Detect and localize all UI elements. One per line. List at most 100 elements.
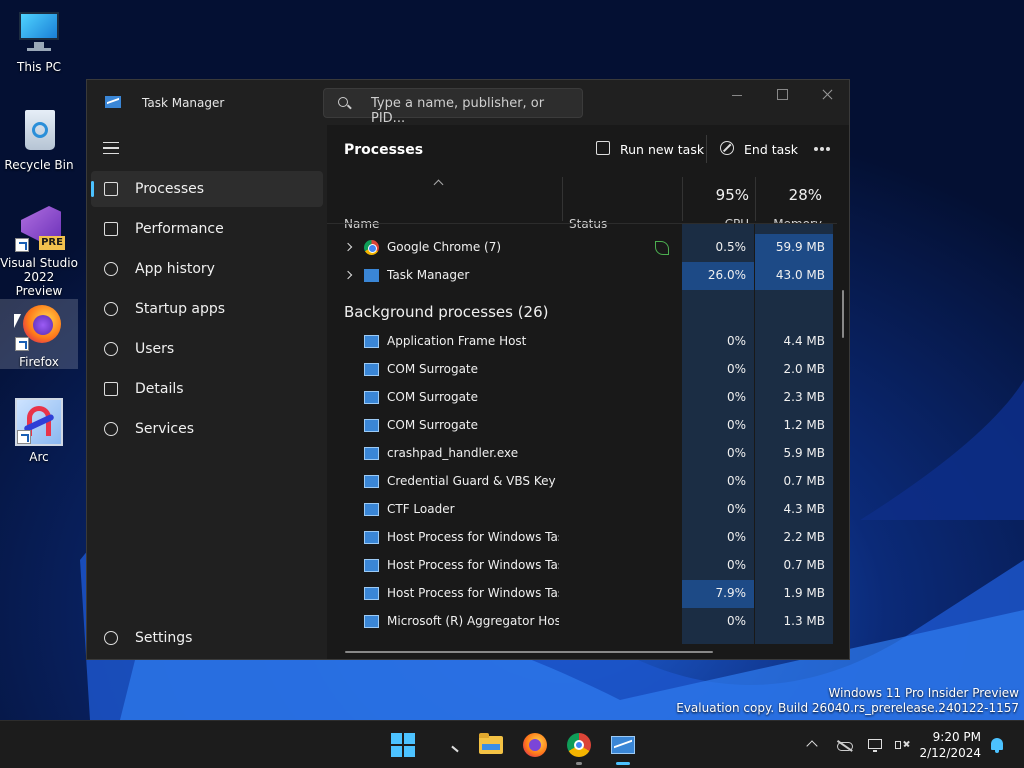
process-name: COM Surrogate [387, 362, 479, 376]
desktop-icon-this-pc[interactable]: This PC [0, 8, 78, 80]
volume-muted-icon[interactable] [894, 737, 910, 753]
table-row[interactable]: COM Surrogate 0% 2.3 MB [327, 384, 837, 412]
process-cpu: 26.0% [682, 262, 754, 290]
process-memory: 1.3 MB [783, 614, 825, 628]
table-row[interactable]: Microsoft (R) Aggregator Host 0% 1.3 MB [327, 608, 837, 636]
running-indicator [616, 762, 630, 765]
sidebar-item-label: Settings [135, 630, 193, 646]
sidebar-item-processes[interactable]: Processes [91, 171, 323, 207]
desktop-icon-visual-studio[interactable]: PRE Visual Studio 2022 Preview [0, 204, 78, 298]
taskbar-search-button[interactable] [442, 733, 466, 757]
task-manager-window: Task Manager Type a name, publisher, or … [86, 79, 850, 660]
column-divider [562, 177, 563, 221]
taskbar-chrome[interactable] [567, 733, 591, 765]
process-memory: 4.4 MB [783, 334, 825, 348]
table-row[interactable]: Credential Guard & VBS Key Is... 0% 0.7 … [327, 468, 837, 496]
end-task-button[interactable]: End task [720, 139, 798, 161]
column-divider [755, 177, 756, 221]
chevron-up-icon[interactable] [805, 737, 821, 753]
process-name: CTF Loader [387, 502, 455, 516]
network-icon[interactable] [868, 737, 884, 753]
clock-time[interactable]: 9:20 PM [925, 730, 981, 744]
window-process-icon [364, 335, 379, 348]
search-box[interactable]: Type a name, publisher, or PID... [323, 88, 583, 126]
table-row[interactable]: Google Chrome (7) 0.5% 59.9 MB [327, 234, 837, 262]
start-button[interactable] [391, 733, 415, 757]
pointer-icon [451, 745, 459, 753]
process-memory: 0.7 MB [783, 474, 825, 488]
page-title: Processes [344, 142, 424, 158]
sidebar-item-app-history[interactable]: App history [91, 251, 323, 287]
table-row[interactable]: Host Process for Windows Tasks 7.9% 1.9 … [327, 580, 837, 608]
shortcut-arrow-icon [17, 430, 31, 444]
process-name: Host Process for Windows Tasks [387, 558, 559, 572]
table-row[interactable]: crashpad_handler.exe 0% 5.9 MB [327, 440, 837, 468]
table-row[interactable]: COM Surrogate 0% 2.0 MB [327, 356, 837, 384]
processes-icon [104, 182, 118, 196]
minimize-button[interactable] [714, 80, 760, 112]
processes-panel: Processes Run new task End task Name Sta… [327, 125, 849, 659]
notification-bell-icon[interactable] [989, 737, 1005, 753]
window-process-icon [364, 531, 379, 544]
clock-date[interactable]: 2/12/2024 [915, 746, 981, 760]
vertical-scrollbar[interactable] [842, 290, 844, 338]
sidebar-item-performance[interactable]: Performance [91, 211, 323, 247]
window-process-icon [364, 503, 379, 516]
shortcut-arrow-icon [15, 337, 29, 351]
hamburger-menu-icon[interactable] [103, 142, 119, 154]
column-divider [682, 177, 683, 221]
process-name: crashpad_handler.exe [387, 446, 519, 460]
desktop-icon-label: This PC [17, 60, 61, 74]
desktop-icon-label: Recycle Bin [4, 158, 74, 172]
taskbar-firefox[interactable] [523, 733, 547, 757]
process-memory: 1.2 MB [783, 418, 825, 432]
desktop-icon-label: Arc [29, 450, 49, 464]
desktop-icon-label: Firefox [19, 355, 59, 369]
desktop-icon-recycle-bin[interactable]: Recycle Bin [0, 106, 78, 178]
chevron-right-icon[interactable] [343, 242, 353, 252]
table-row[interactable]: Host Process for Windows Tasks 0% 2.2 MB [327, 524, 837, 552]
process-memory: 2.0 MB [783, 362, 825, 376]
window-process-icon [364, 363, 379, 376]
chevron-right-icon[interactable] [343, 270, 353, 280]
process-cpu: 7.9% [682, 580, 754, 608]
window-process-icon [364, 559, 379, 572]
sidebar-item-users[interactable]: Users [91, 331, 323, 367]
sidebar-item-label: Users [135, 341, 175, 357]
process-cpu: 0% [726, 502, 746, 516]
mouse-cursor-icon [14, 314, 21, 328]
cloud-offline-icon[interactable] [836, 737, 853, 753]
taskbar-task-manager[interactable] [611, 733, 635, 765]
process-memory: 2.2 MB [783, 530, 825, 544]
sidebar-item-services[interactable]: Services [91, 411, 323, 447]
run-new-task-button[interactable]: Run new task [596, 139, 704, 161]
process-memory: 5.9 MB [783, 446, 825, 460]
table-row[interactable]: Application Frame Host 0% 4.4 MB [327, 328, 837, 356]
maximize-button[interactable] [759, 80, 805, 112]
desktop-icon-label: Visual Studio 2022 Preview [0, 256, 78, 298]
process-cpu: 0% [726, 474, 746, 488]
more-options-icon[interactable] [814, 147, 818, 151]
title-bar[interactable]: Task Manager Type a name, publisher, or … [87, 80, 849, 126]
table-row[interactable]: Host Process for Windows Tasks 0% 0.7 MB [327, 552, 837, 580]
sidebar-item-details[interactable]: Details [91, 371, 323, 407]
running-indicator [576, 762, 582, 765]
sidebar-item-settings[interactable]: Settings [91, 620, 323, 656]
window-process-icon [364, 419, 379, 432]
process-memory: 43.0 MB [755, 262, 833, 290]
process-cpu: 0.5% [715, 240, 747, 254]
startup-icon [104, 302, 118, 316]
table-row[interactable]: COM Surrogate 0% 1.2 MB [327, 412, 837, 440]
sidebar-item-startup-apps[interactable]: Startup apps [91, 291, 323, 327]
table-row[interactable]: Task Manager 26.0% 43.0 MB [327, 262, 837, 290]
process-name: Credential Guard & VBS Key Is... [387, 474, 559, 488]
horizontal-scrollbar[interactable] [345, 651, 713, 653]
table-row[interactable]: CTF Loader 0% 4.3 MB [327, 496, 837, 524]
desktop-icon-arc[interactable]: Arc [0, 398, 78, 468]
sidebar-item-label: Processes [135, 181, 205, 197]
taskbar-file-explorer[interactable] [479, 733, 503, 757]
sort-ascending-icon [433, 179, 444, 190]
close-button[interactable] [804, 80, 849, 112]
process-name: COM Surrogate [387, 418, 479, 432]
desktop-icon-firefox[interactable]: Firefox [0, 299, 78, 369]
